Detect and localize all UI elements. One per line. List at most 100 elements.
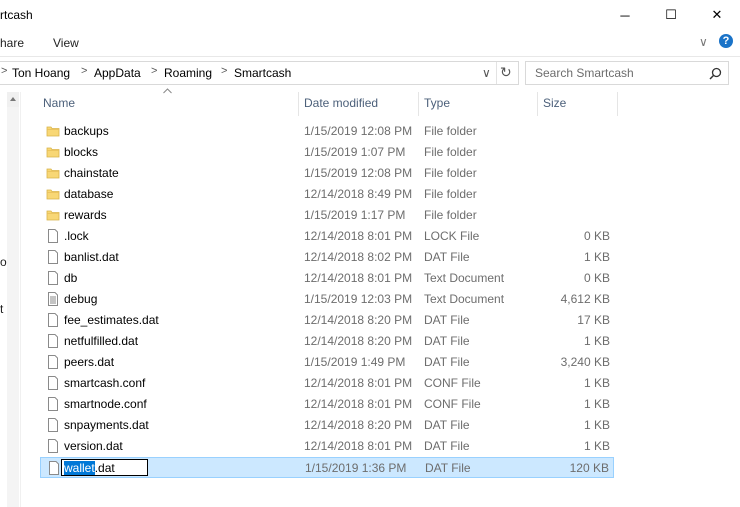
file-size: 1 KB (583, 418, 610, 432)
breadcrumb-smartcash[interactable]: Smartcash (234, 66, 291, 80)
file-date-modified: 1/15/2019 12:08 PM (304, 166, 413, 180)
navigation-pane[interactable]: o t (0, 92, 21, 507)
column-header-size[interactable]: Size (543, 96, 566, 110)
file-size: 1 KB (583, 376, 610, 390)
file-row[interactable]: banlist.dat 12/14/2018 8:02 PM DAT File 1 K… (40, 247, 614, 268)
file-row[interactable]: database 12/14/2018 8:49 PM File folder (40, 184, 614, 205)
search-icon[interactable] (709, 67, 722, 80)
file-row[interactable]: .lock 12/14/2018 8:01 PM LOCK File 0 KB (40, 226, 614, 247)
file-type: DAT File (424, 418, 470, 432)
search-placeholder: Search Smartcash (535, 66, 634, 80)
file-date-modified: 12/14/2018 8:20 PM (304, 313, 413, 327)
breadcrumb-roaming[interactable]: Roaming (164, 66, 212, 80)
file-icon (47, 461, 61, 475)
address-row: > Ton Hoang > AppData > Roaming > Smartc… (0, 58, 740, 88)
minimize-button[interactable]: ─ (602, 0, 648, 30)
tab-share[interactable]: hare (0, 36, 24, 50)
file-date-modified: 12/14/2018 8:02 PM (304, 250, 413, 264)
tab-view[interactable]: View (53, 36, 79, 50)
file-date-modified: 1/15/2019 1:49 PM (304, 355, 406, 369)
refresh-icon[interactable]: ↻ (500, 64, 512, 81)
file-size: 1 KB (583, 439, 610, 453)
file-date-modified: 12/14/2018 8:01 PM (304, 271, 413, 285)
file-date-modified: 12/14/2018 8:01 PM (304, 397, 413, 411)
column-divider[interactable] (418, 92, 419, 116)
file-row[interactable]: fee_estimates.dat 12/14/2018 8:20 PM DAT F… (40, 310, 614, 331)
search-box[interactable]: Search Smartcash (525, 61, 729, 85)
maximize-button[interactable]: ☐ (648, 0, 694, 30)
file-size: 17 KB (577, 313, 610, 327)
column-header-type[interactable]: Type (424, 96, 450, 110)
close-button[interactable]: ✕ (694, 0, 740, 30)
file-row[interactable]: snpayments.dat 12/14/2018 8:20 PM DAT File… (40, 415, 614, 436)
column-header-name[interactable]: Name (43, 96, 75, 110)
file-icon (46, 355, 60, 369)
file-icon (46, 418, 60, 432)
file-icon (46, 334, 60, 348)
file-name: banlist.dat (64, 250, 119, 264)
file-date-modified: 1/15/2019 1:07 PM (304, 145, 406, 159)
file-row[interactable]: rewards 1/15/2019 1:17 PM File folder (40, 205, 614, 226)
file-name: chainstate (64, 166, 119, 180)
file-name: db (64, 271, 78, 285)
file-date-modified: 12/14/2018 8:01 PM (304, 376, 413, 390)
file-type: CONF File (424, 397, 481, 411)
folder-icon (46, 166, 60, 180)
file-row[interactable]: smartcash.conf 12/14/2018 8:01 PM CONF Fil… (40, 373, 614, 394)
breadcrumb-separator: > (221, 65, 228, 77)
file-row[interactable]: peers.dat 1/15/2019 1:49 PM DAT File 3,240 … (40, 352, 614, 373)
file-row[interactable]: smartnode.conf 12/14/2018 8:01 PM CONF Fil… (40, 394, 614, 415)
help-icon[interactable]: ? (719, 34, 733, 48)
column-divider[interactable] (617, 92, 618, 116)
file-size: 4,612 KB (560, 292, 610, 306)
column-divider[interactable] (298, 92, 299, 116)
file-row[interactable]: netfulfilled.dat 12/14/2018 8:20 PM DAT Fi… (40, 331, 614, 352)
file-name: version.dat (64, 439, 123, 453)
folder-icon (46, 145, 60, 159)
rename-input[interactable]: wallet.dat (61, 459, 148, 476)
file-icon (46, 376, 60, 390)
file-type: DAT File (425, 461, 471, 475)
file-row[interactable]: wallet.dat 1/15/2019 1:36 PM DAT File 120 K… (40, 457, 614, 478)
ribbon-expand-icon[interactable]: ∨ (699, 35, 708, 49)
file-size: 1 KB (583, 250, 610, 264)
address-dropdown-icon[interactable]: ∨ (482, 66, 491, 80)
minimize-icon: ─ (620, 7, 630, 23)
file-icon (46, 229, 60, 243)
file-type: File folder (424, 124, 477, 138)
breadcrumb-ton-hoang[interactable]: Ton Hoang (12, 66, 70, 80)
file-size: 1 KB (583, 334, 610, 348)
nav-item-fragment[interactable]: o (0, 255, 7, 269)
file-row[interactable]: blocks 1/15/2019 1:07 PM File folder (40, 142, 614, 163)
file-size: 0 KB (583, 271, 610, 285)
file-type: File folder (424, 187, 477, 201)
address-bar[interactable]: > Ton Hoang > AppData > Roaming > Smartc… (0, 61, 519, 85)
column-divider[interactable] (537, 92, 538, 116)
file-name: blocks (64, 145, 99, 159)
rename-extension-text: .dat (94, 461, 115, 475)
file-icon (46, 397, 60, 411)
file-date-modified: 1/15/2019 1:17 PM (304, 208, 406, 222)
breadcrumb-separator: > (151, 65, 158, 77)
nav-item-fragment[interactable]: t (0, 302, 3, 316)
file-row[interactable]: debug 1/15/2019 12:03 PM Text Document 4,61… (40, 289, 614, 310)
file-name: debug (64, 292, 98, 306)
file-name: smartnode.conf (64, 397, 147, 411)
file-icon (46, 439, 60, 453)
file-type: File folder (424, 145, 477, 159)
file-name: peers.dat (64, 355, 115, 369)
file-row[interactable]: backups 1/15/2019 12:08 PM File folder (40, 121, 614, 142)
nav-scrollbar[interactable] (7, 107, 19, 507)
breadcrumb-appdata[interactable]: AppData (94, 66, 141, 80)
column-header-date-modified[interactable]: Date modified (304, 96, 378, 110)
file-name: netfulfilled.dat (64, 334, 139, 348)
folder-icon (46, 208, 60, 222)
nav-scroll-up-button[interactable] (7, 92, 19, 107)
file-row[interactable]: version.dat 12/14/2018 8:01 PM DAT File 1 K… (40, 436, 614, 457)
file-row[interactable]: chainstate 1/15/2019 12:08 PM File folder (40, 163, 614, 184)
folder-icon (46, 187, 60, 201)
file-size: 0 KB (583, 229, 610, 243)
title-bar: rtcash ─ ☐ ✕ (0, 0, 740, 30)
scroll-up-icon (10, 97, 16, 101)
file-row[interactable]: db 12/14/2018 8:01 PM Text Document 0 KB (40, 268, 614, 289)
